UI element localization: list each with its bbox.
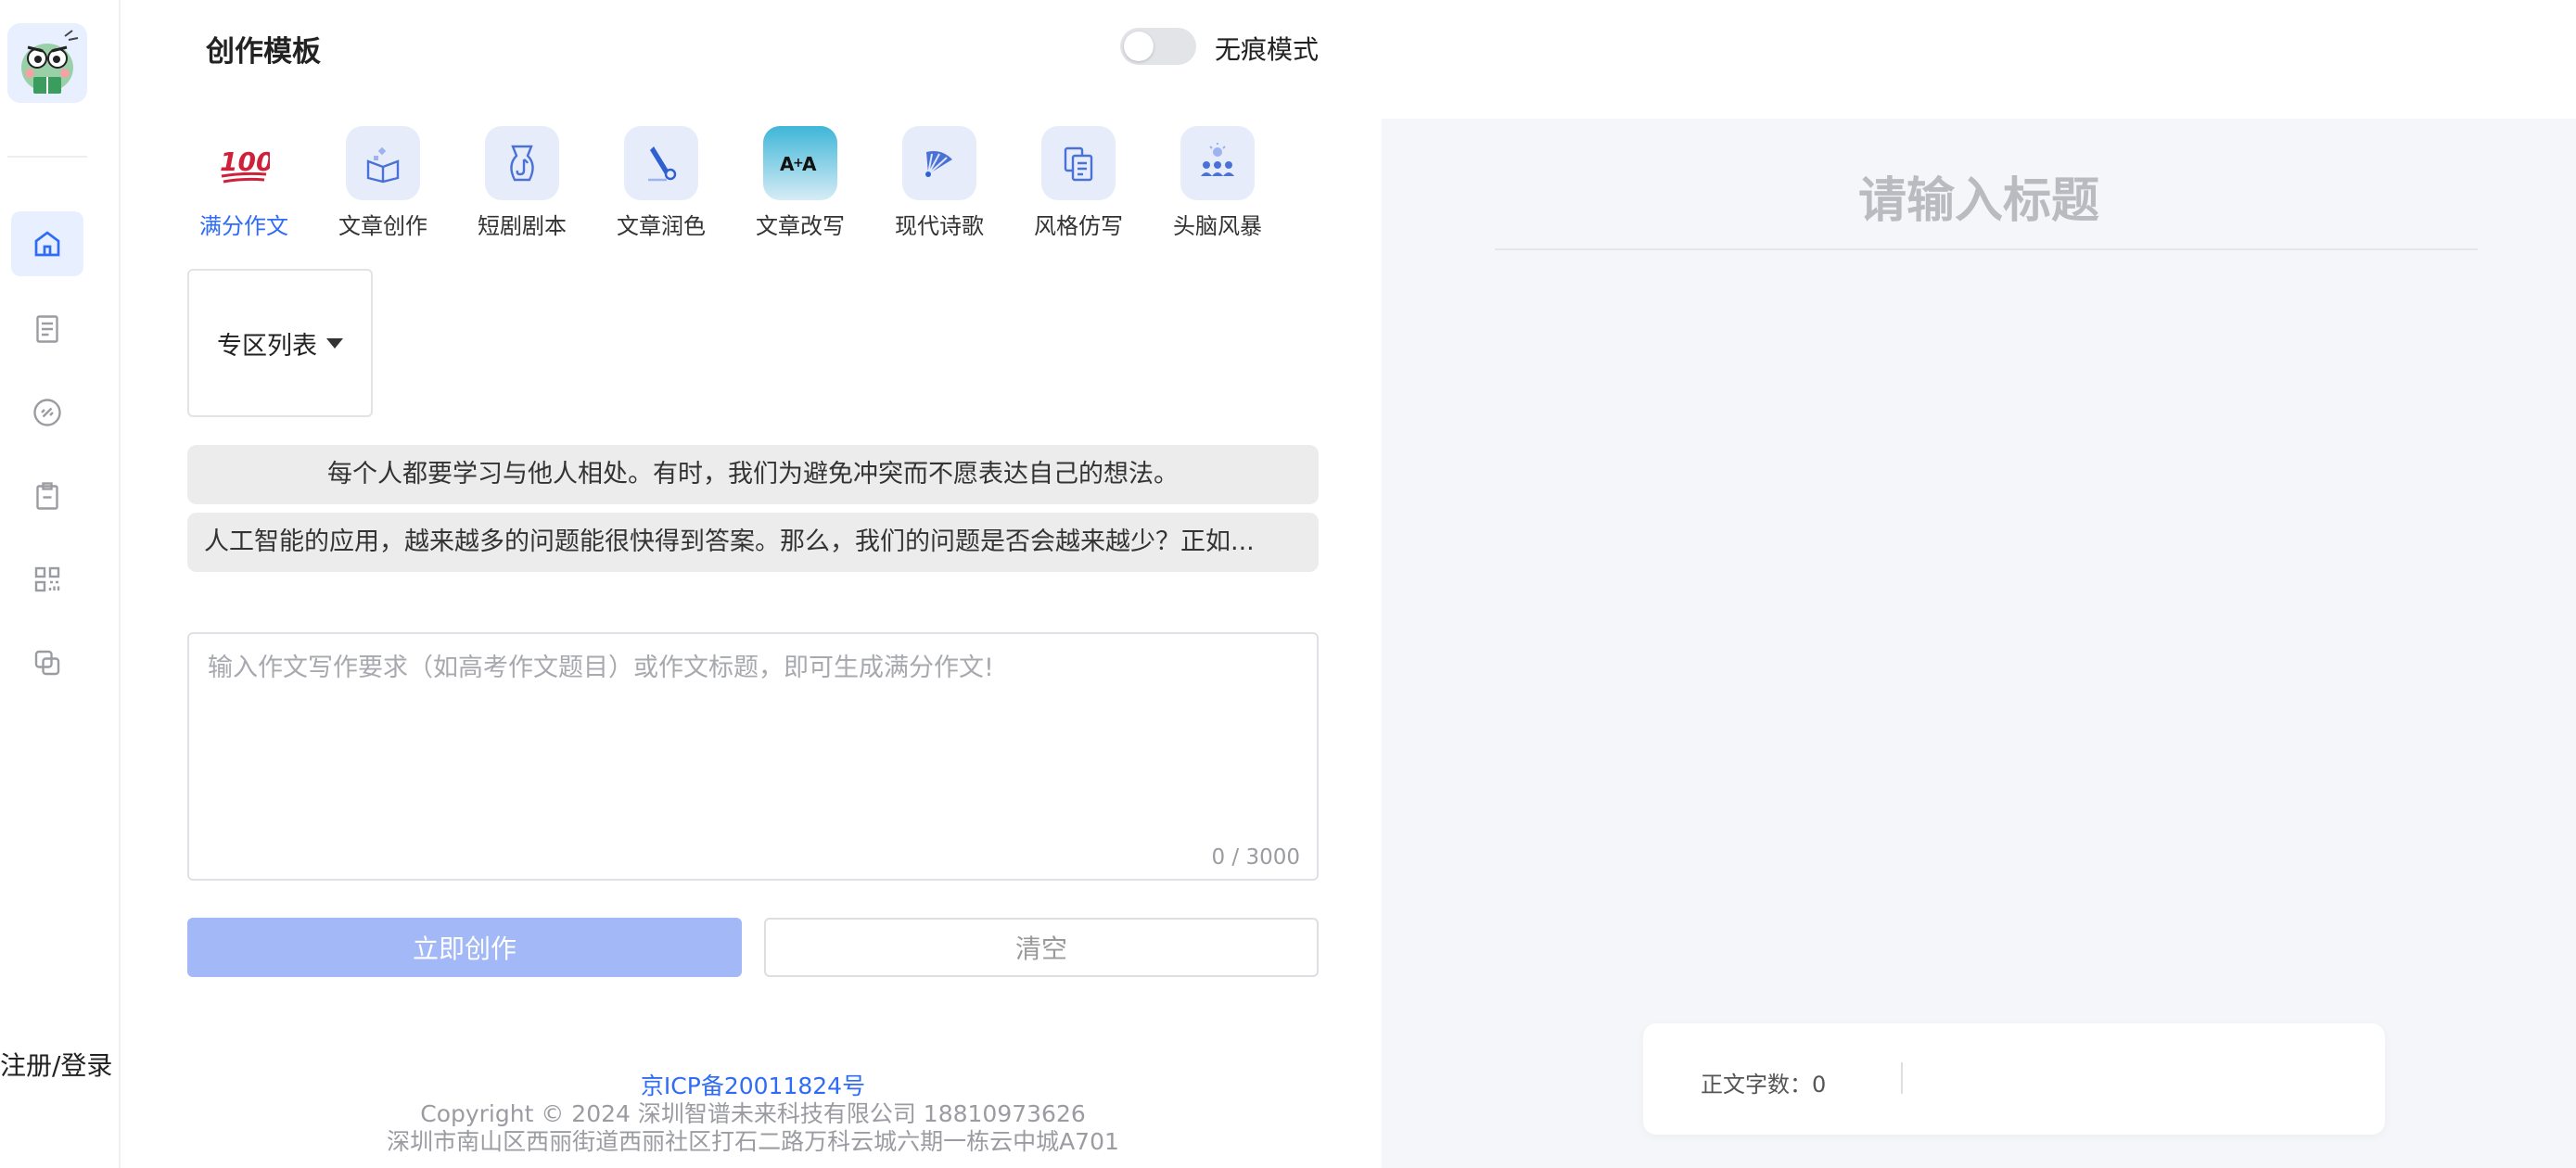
zone-list-label: 专区列表: [217, 331, 317, 361]
tab-label: 文章创作: [338, 213, 427, 237]
link-icon: [33, 399, 61, 426]
nav-links[interactable]: [11, 380, 83, 445]
prompt-input[interactable]: [189, 634, 1317, 879]
create-now-button[interactable]: 立即创作: [187, 918, 742, 977]
nav-documents[interactable]: [11, 297, 83, 362]
login-link[interactable]: 注册/登录: [0, 1046, 112, 1083]
tab-label: 风格仿写: [1034, 213, 1123, 237]
editor-panel: 请输入标题 正文字数：0: [1382, 119, 2576, 1168]
tab-label: 现代诗歌: [895, 213, 984, 237]
clipboard-icon: [36, 482, 58, 510]
word-count-divider: [1901, 1062, 1903, 1094]
svg-text:A: A: [802, 153, 817, 175]
cartoon-character-logo-icon: [7, 23, 87, 103]
tab-style-imitation[interactable]: 风格仿写: [1027, 126, 1129, 237]
word-count-card: 正文字数：0: [1643, 1023, 2385, 1135]
hundred-points-icon: 100: [207, 126, 281, 200]
apps-grid-icon: [34, 566, 60, 592]
copy-documents-icon: [1041, 126, 1116, 200]
tab-article-rewrite[interactable]: A + A 文章改写: [749, 126, 851, 237]
title-divider: [1495, 248, 2478, 250]
tab-brainstorm[interactable]: 头脑风暴: [1167, 126, 1269, 237]
sidebar: 注册/登录: [0, 0, 121, 1168]
tab-article-creation[interactable]: 文章创作: [332, 126, 434, 237]
fan-icon: [902, 126, 976, 200]
home-icon: [34, 231, 60, 257]
nav-clipboard[interactable]: [11, 463, 83, 528]
open-book-icon: [346, 126, 420, 200]
tab-full-score-essay[interactable]: 100 满分作文: [193, 126, 295, 237]
incognito-label: 无痕模式: [1215, 34, 1320, 65]
template-tabs: 100 满分作文 文章创作 短剧剧本 文章润色 A + A 文章改写 现代诗歌 …: [193, 126, 1319, 237]
document-list-icon: [36, 315, 58, 343]
document-title-placeholder[interactable]: 请输入标题: [1382, 161, 2576, 231]
sidebar-divider: [7, 156, 87, 158]
tab-more-partial[interactable]: ›: [1306, 126, 1319, 237]
brainstorm-people-icon: [1180, 126, 1255, 200]
tab-label: 满分作文: [199, 213, 288, 237]
tab-modern-poetry[interactable]: 现代诗歌: [888, 126, 990, 237]
pen-brush-icon: [624, 126, 698, 200]
tab-article-polish[interactable]: 文章润色: [610, 126, 712, 237]
tab-short-drama-script[interactable]: 短剧剧本: [471, 126, 573, 237]
tab-label: 文章润色: [617, 213, 706, 237]
clear-button[interactable]: 清空: [764, 918, 1319, 977]
incognito-toggle[interactable]: [1120, 28, 1196, 65]
address-text: 深圳市南山区西丽街道西丽社区打石二路万科云城六期一栋云中城A701: [387, 1128, 1119, 1155]
nav-apps[interactable]: [11, 547, 83, 612]
suggestion-chip[interactable]: 每个人都要学习与他人相处。有时，我们为避免冲突而不愿表达自己的想法。: [187, 445, 1319, 504]
music-vase-icon: [485, 126, 559, 200]
suggestion-chip[interactable]: 人工智能的应用，越来越多的问题能很快得到答案。那么，我们的问题是否会越来越少？正…: [187, 513, 1319, 572]
page-title: 创作模板: [206, 35, 321, 69]
nav-copy[interactable]: [11, 630, 83, 695]
tab-label: 短剧剧本: [478, 213, 567, 237]
app-logo[interactable]: [7, 23, 87, 103]
tab-label: 文章改写: [756, 213, 845, 237]
zone-list-dropdown[interactable]: 专区列表: [187, 269, 373, 417]
nav-home[interactable]: [11, 211, 83, 276]
char-counter: 0 / 3000: [1211, 845, 1300, 870]
caret-down-icon: [326, 337, 343, 349]
prompt-box: 0 / 3000: [187, 632, 1319, 881]
toggle-knob: [1124, 32, 1154, 61]
tab-label: 头脑风暴: [1173, 213, 1262, 237]
translate-aa-icon: A + A: [763, 126, 837, 200]
copy-icon: [34, 650, 60, 676]
word-count: 正文字数：0: [1701, 1072, 1827, 1098]
